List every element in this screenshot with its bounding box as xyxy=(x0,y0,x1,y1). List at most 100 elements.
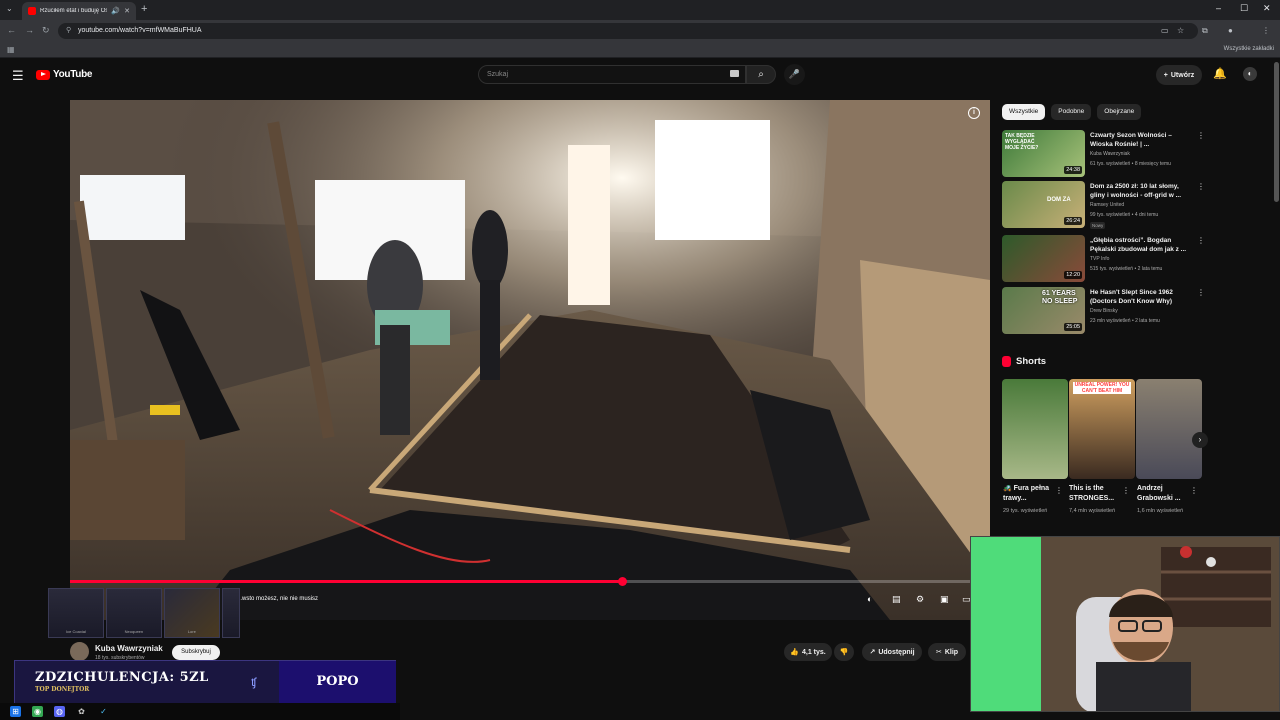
clip-button[interactable]: ✂ Klip xyxy=(928,643,966,661)
video-info-icon[interactable]: i xyxy=(968,107,980,119)
maximize-button[interactable]: ☐ xyxy=(1240,3,1248,14)
shorts-next-icon[interactable]: › xyxy=(1192,432,1208,448)
video-channel[interactable]: Drew Binsky xyxy=(1090,308,1118,314)
bookmark-star-icon[interactable]: ☆ xyxy=(1177,26,1184,35)
video-channel[interactable]: Ramsey United xyxy=(1090,202,1124,208)
video-thumbnail[interactable]: 12:20 xyxy=(1002,235,1085,282)
chip-all[interactable]: Wszystkie xyxy=(1002,104,1046,120)
video-title[interactable]: Dom za 2500 zł: 10 lat słomy, gliny i wo… xyxy=(1090,182,1192,200)
thumbnail-text: TAK BĘDZIE WYGLĄDAĆ MOJE ŻYCIE? xyxy=(1005,133,1039,151)
short-title[interactable]: Andrzej Grabowski ... xyxy=(1137,484,1197,503)
dislike-button[interactable]: 👎 xyxy=(834,643,854,661)
notifications-bell-icon[interactable]: 🔔 xyxy=(1213,67,1227,80)
more-options-icon[interactable]: ⋮ xyxy=(1197,288,1205,297)
subtitles-icon[interactable]: ▤ xyxy=(892,594,901,605)
profile-icon[interactable]: ● xyxy=(1228,26,1233,35)
video-duration: 26:24 xyxy=(1064,217,1082,225)
minimize-button[interactable]: – xyxy=(1216,3,1221,13)
video-player[interactable] xyxy=(70,100,990,620)
subscribe-button[interactable]: Subskrybuj xyxy=(172,645,220,660)
thumbnail-text: 61 YEARS NO SLEEP xyxy=(1042,290,1078,305)
forward-button[interactable]: → xyxy=(25,25,34,35)
create-button[interactable]: + Utwórz xyxy=(1156,65,1202,85)
video-thumbnail[interactable]: TAK BĘDZIE WYGLĄDAĆ MOJE ŻYCIE? 24:38 xyxy=(1002,130,1085,177)
tab-close-icon[interactable]: ✕ xyxy=(124,7,130,15)
audio-icon[interactable]: 🔊 xyxy=(111,7,120,15)
progress-scrubber[interactable] xyxy=(618,577,627,586)
back-button[interactable]: ← xyxy=(7,25,16,35)
short-title[interactable]: 🚜 Fura pełna trawy... xyxy=(1003,484,1063,503)
tab-search-icon[interactable]: ⌄ xyxy=(6,4,13,13)
video-title[interactable]: He Hasn't Slept Since 1962 (Doctors Don'… xyxy=(1090,288,1192,306)
more-options-icon[interactable]: ⋮ xyxy=(1197,182,1205,191)
sponsor-item-label: Lore xyxy=(187,629,196,634)
shorts-icon xyxy=(1002,356,1011,367)
autoplay-toggle[interactable]: ◐ xyxy=(867,594,872,604)
logo-text: YouTube xyxy=(53,69,93,80)
account-avatar[interactable]: ◐ xyxy=(1243,67,1257,81)
sponsor-item: Neoqueen xyxy=(105,588,162,638)
browser-tab[interactable]: Rzuciłem etat i buduję Osa 🔊 ✕ xyxy=(22,2,136,20)
chapter-title[interactable]: ...wsto możesz, nie nie musisz xyxy=(237,596,318,602)
video-meta: 515 tys. wyświetleń • 2 lata temu xyxy=(1090,266,1163,272)
search-input[interactable]: Szukaj xyxy=(478,65,746,84)
new-tab-button[interactable]: + xyxy=(141,3,147,15)
short-thumbnail[interactable] xyxy=(1136,379,1202,479)
settings-gear-icon[interactable]: ⚙ xyxy=(916,594,924,605)
youtube-play-icon xyxy=(36,69,50,80)
app-icon[interactable]: ✿ xyxy=(76,706,87,717)
video-meta: 61 tys. wyświetleń • 8 miesięcy temu xyxy=(1090,161,1171,167)
video-progress-bar[interactable] xyxy=(70,577,990,586)
site-info-icon[interactable]: ⚲ xyxy=(66,26,71,34)
more-options-icon[interactable]: ⋮ xyxy=(1197,236,1205,245)
miniplayer-icon[interactable]: ▣ xyxy=(940,594,949,605)
discord-icon[interactable]: ◍ xyxy=(54,706,65,717)
apps-grid-icon[interactable]: ▦ xyxy=(7,45,15,54)
chip-similar[interactable]: Podobne xyxy=(1051,104,1092,120)
windows-start-icon[interactable]: ⊞ xyxy=(10,706,21,717)
chip-watched[interactable]: Obejrzane xyxy=(1097,104,1142,120)
url-field[interactable]: ⚲ youtube.com/watch?v=mfWMaBuFHUA xyxy=(58,23,1198,39)
like-button[interactable]: 👍 4,1 tys. xyxy=(784,643,832,661)
youtube-logo[interactable]: YouTube xyxy=(36,69,93,80)
short-title[interactable]: This is the STRONGES... xyxy=(1069,484,1129,503)
video-thumbnail[interactable]: 61 YEARS NO SLEEP 25:05 xyxy=(1002,287,1085,334)
sponsor-item: Ice Coaxial xyxy=(48,588,104,638)
video-title[interactable]: Czwarty Sezon Wolności – Wioska Rośnie! … xyxy=(1090,131,1192,149)
more-options-icon[interactable]: ⋮ xyxy=(1190,486,1198,495)
more-options-icon[interactable]: ⋮ xyxy=(1055,486,1063,495)
recommendation-item[interactable]: DOM ZA 26:24 Dom za 2500 zł: 10 lat słom… xyxy=(1002,181,1212,229)
video-title[interactable]: „Głębia ostrości”. Bogdan Pękalski zbudo… xyxy=(1090,236,1192,254)
donor-box: POPO xyxy=(279,661,396,703)
close-window-button[interactable]: ✕ xyxy=(1263,3,1271,14)
video-channel[interactable]: Kuba Wawrzyniak xyxy=(1090,151,1130,157)
share-button[interactable]: ↗ Udostępnij xyxy=(862,643,922,661)
menu-icon[interactable]: ☰ xyxy=(12,68,24,84)
recommendation-item[interactable]: 12:20 „Głębia ostrości”. Bogdan Pękalski… xyxy=(1002,235,1212,283)
scissors-icon: ✂ xyxy=(935,649,942,656)
all-bookmarks-link[interactable]: Wszystkie zakładki xyxy=(1224,46,1274,52)
short-thumbnail[interactable]: UNREAL POWER! YOU CAN'T BEAT HIM xyxy=(1069,379,1135,479)
more-options-icon[interactable]: ⋮ xyxy=(1197,131,1205,140)
steam-icon[interactable]: ✓ xyxy=(98,706,109,717)
channel-name[interactable]: Kuba Wawrzyniak xyxy=(95,644,163,653)
webcam-overlay xyxy=(970,536,1280,712)
search-button[interactable]: ⌕ xyxy=(746,65,776,84)
browser-menu-icon[interactable]: ⋮ xyxy=(1262,26,1270,35)
reload-button[interactable]: ↻ xyxy=(42,25,50,36)
page-scrollbar[interactable] xyxy=(1274,62,1279,202)
channel-avatar[interactable] xyxy=(70,642,89,661)
more-options-icon[interactable]: ⋮ xyxy=(1122,486,1130,495)
cast-icon[interactable]: ▭ xyxy=(1161,26,1169,35)
keyboard-icon[interactable] xyxy=(730,70,739,77)
video-duration: 24:38 xyxy=(1064,166,1082,174)
video-thumbnail[interactable]: DOM ZA 26:24 xyxy=(1002,181,1085,228)
new-badge: Nowy xyxy=(1090,222,1106,229)
short-thumbnail[interactable] xyxy=(1002,379,1068,479)
recommendation-item[interactable]: TAK BĘDZIE WYGLĄDAĆ MOJE ŻYCIE? 24:38 Cz… xyxy=(1002,130,1212,178)
voice-search-button[interactable]: 🎤 xyxy=(784,64,805,85)
recommendation-item[interactable]: 61 YEARS NO SLEEP 25:05 He Hasn't Slept … xyxy=(1002,287,1212,335)
chrome-icon[interactable]: ◉ xyxy=(32,706,43,717)
extensions-icon[interactable]: ⧉ xyxy=(1202,26,1208,36)
video-channel[interactable]: TVP Info xyxy=(1090,256,1109,262)
